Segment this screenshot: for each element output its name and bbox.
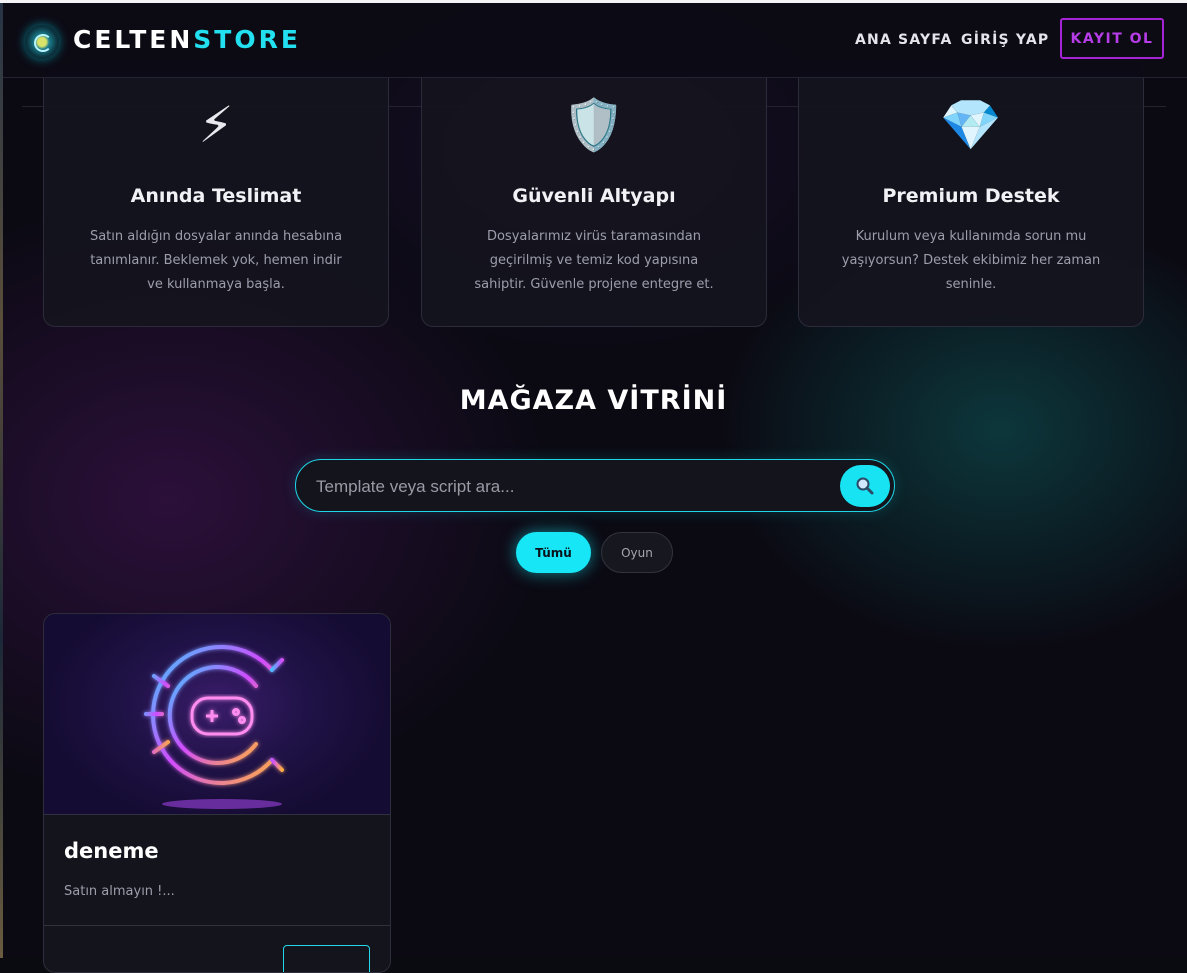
brand-name-part1: CELTEN [73, 25, 194, 54]
feature-description: Kurulum veya kullanımda sorun mu yaşıyor… [841, 229, 1101, 292]
lightning-icon: ⚡ [198, 96, 234, 154]
product-divider [44, 814, 390, 815]
diamond-icon: 💎 [939, 96, 1003, 154]
brand-name[interactable]: CELTENSTORE [73, 25, 301, 54]
showcase-title: MAĞAZA VİTRİNİ [459, 385, 728, 416]
shield-icon: 🛡️ [562, 96, 626, 154]
feature-title: Premium Destek [882, 185, 1060, 207]
search-icon [856, 477, 874, 495]
product-card[interactable]: deneme Satın almayın !... [43, 613, 391, 973]
feature-description: Dosyalarımız virüs taramasından geçirilm… [474, 229, 714, 292]
feature-description: Satın aldığın dosyalar anında hesabına t… [89, 229, 343, 292]
nav-home-link[interactable]: ANA SAYFA [855, 32, 953, 48]
product-image[interactable] [44, 614, 390, 814]
nav-login-link[interactable]: GİRİŞ YAP [961, 32, 1049, 48]
product-action-button[interactable] [283, 945, 370, 972]
feature-title: Güvenli Altyapı [512, 185, 676, 207]
feature-card-instant-delivery: ⚡ Anında Teslimat Satın aldığın dosyalar… [43, 60, 389, 327]
globe-logo-icon[interactable] [25, 25, 59, 59]
product-footer-divider [44, 925, 390, 926]
search-button[interactable] [840, 465, 890, 507]
register-button[interactable]: KAYIT OL [1060, 18, 1164, 59]
neon-controller-logo-image [144, 645, 284, 809]
feature-card-premium-support: 💎 Premium Destek Kurulum veya kullanımda… [798, 60, 1144, 327]
product-name[interactable]: deneme [64, 839, 159, 863]
feature-card-secure-infrastructure: 🛡️ Güvenli Altyapı Dosyalarımız virüs ta… [421, 60, 767, 327]
top-navbar: CELTENSTORE ANA SAYFA GİRİŞ YAP KAYIT OL [3, 3, 1187, 78]
filter-chip-all[interactable]: Tümü [516, 532, 591, 573]
window-left-edge [0, 3, 3, 958]
feature-title: Anında Teslimat [130, 185, 302, 207]
filter-chip-game[interactable]: Oyun [601, 532, 673, 573]
brand-name-part2: STORE [193, 25, 301, 54]
product-description: Satın almayın !... [64, 884, 175, 899]
search-bar [295, 459, 895, 513]
search-input[interactable] [314, 460, 828, 513]
